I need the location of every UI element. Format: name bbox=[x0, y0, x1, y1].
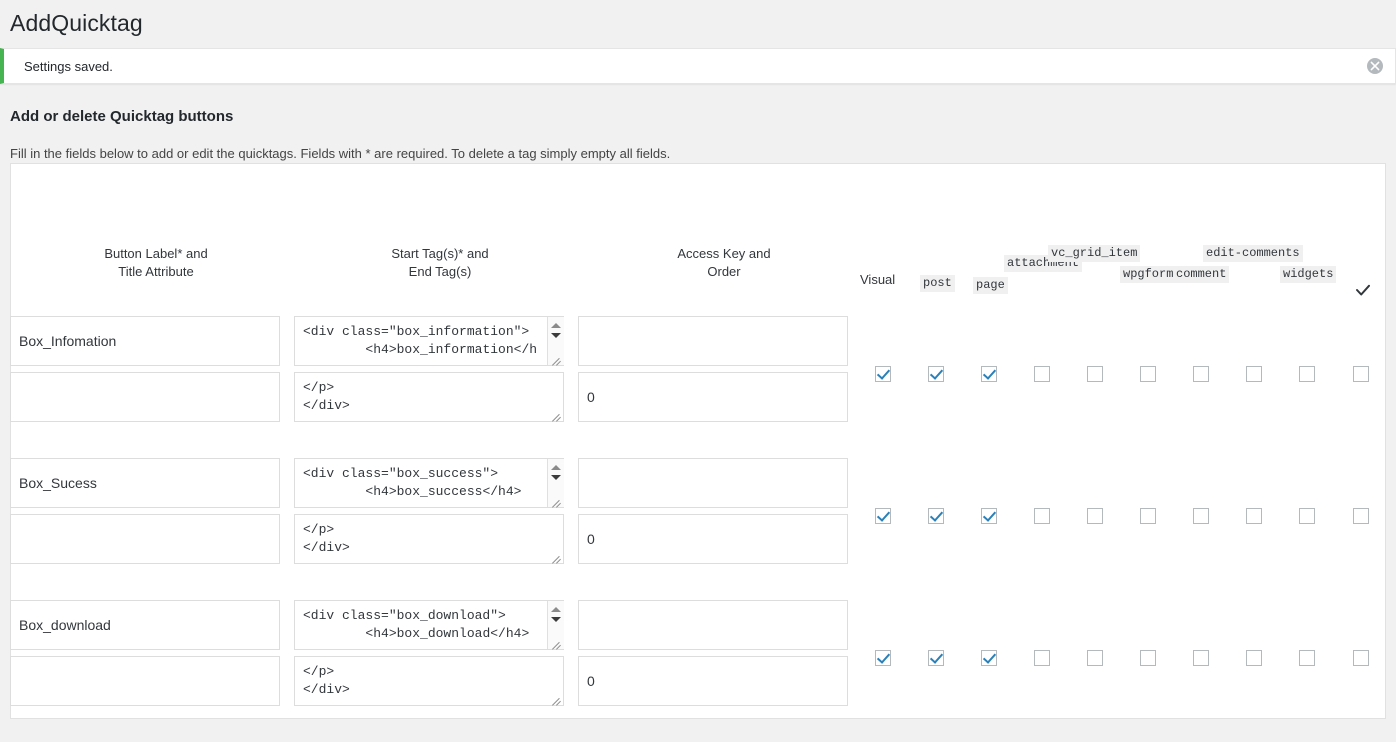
post-type-checkbox[interactable] bbox=[1246, 366, 1262, 382]
column-header-line-1: Start Tag(s)* and bbox=[391, 246, 489, 261]
end-tag-textarea[interactable] bbox=[294, 372, 564, 422]
post-type-chip-post: post bbox=[920, 275, 955, 292]
order-input[interactable] bbox=[578, 514, 848, 564]
post-type-chip-wpgform: wpgform bbox=[1120, 266, 1177, 283]
title-attribute-input[interactable] bbox=[10, 514, 280, 564]
table-header: Button Label* and Title Attribute Start … bbox=[11, 164, 1385, 309]
column-header-line-2: Order bbox=[707, 264, 741, 279]
table-row bbox=[0, 458, 1396, 600]
notice-message: Settings saved. bbox=[24, 58, 113, 74]
post-type-checkbox[interactable] bbox=[1140, 366, 1156, 382]
post-type-checkbox[interactable] bbox=[981, 508, 997, 524]
post-type-checkbox[interactable] bbox=[1087, 508, 1103, 524]
post-type-checkbox[interactable] bbox=[1353, 650, 1369, 666]
start-tag-textarea[interactable] bbox=[294, 316, 564, 366]
column-header-line-1: Access Key and bbox=[677, 246, 771, 261]
section-heading: Add or delete Quicktag buttons bbox=[10, 107, 234, 125]
post-type-checkbox[interactable] bbox=[1087, 650, 1103, 666]
post-type-checkbox[interactable] bbox=[875, 508, 891, 524]
column-header-start-tag: Start Tag(s)* and End Tag(s) bbox=[305, 245, 575, 281]
access-key-input[interactable] bbox=[578, 316, 848, 366]
column-header-line-1: Button Label* and bbox=[104, 246, 208, 261]
start-tag-textarea[interactable] bbox=[294, 600, 564, 650]
post-type-checkbox[interactable] bbox=[1193, 508, 1209, 524]
order-input[interactable] bbox=[578, 372, 848, 422]
column-header-line-2: End Tag(s) bbox=[408, 264, 472, 279]
post-type-checkbox[interactable] bbox=[1034, 650, 1050, 666]
post-type-checkbox[interactable] bbox=[928, 366, 944, 382]
post-type-checkbox[interactable] bbox=[1299, 650, 1315, 666]
column-header-visual: Visual bbox=[860, 272, 896, 287]
check-all-icon[interactable] bbox=[1353, 280, 1373, 300]
order-input[interactable] bbox=[578, 656, 848, 706]
post-type-checkbox[interactable] bbox=[875, 366, 891, 382]
close-icon[interactable] bbox=[1367, 57, 1383, 74]
title-attribute-input[interactable] bbox=[10, 372, 280, 422]
page-title: AddQuicktag bbox=[10, 10, 143, 36]
post-type-checkbox[interactable] bbox=[1246, 508, 1262, 524]
post-type-chip-page: page bbox=[973, 277, 1008, 294]
post-type-checkbox[interactable] bbox=[1353, 366, 1369, 382]
post-type-checkbox[interactable] bbox=[1193, 650, 1209, 666]
post-type-checkbox[interactable] bbox=[1246, 650, 1262, 666]
column-header-line-2: Title Attribute bbox=[118, 264, 194, 279]
post-type-checkbox[interactable] bbox=[1353, 508, 1369, 524]
title-attribute-input[interactable] bbox=[10, 656, 280, 706]
column-header-access-key: Access Key and Order bbox=[589, 245, 859, 281]
post-type-chip-comment: comment bbox=[1173, 266, 1230, 283]
post-type-checkbox[interactable] bbox=[981, 366, 997, 382]
post-type-checkbox[interactable] bbox=[1087, 366, 1103, 382]
post-type-checkbox[interactable] bbox=[981, 650, 997, 666]
post-type-checkbox[interactable] bbox=[1193, 366, 1209, 382]
start-tag-textarea[interactable] bbox=[294, 458, 564, 508]
button-label-input[interactable] bbox=[10, 316, 280, 366]
post-type-checkbox[interactable] bbox=[1034, 508, 1050, 524]
post-type-checkbox[interactable] bbox=[1140, 508, 1156, 524]
end-tag-textarea[interactable] bbox=[294, 656, 564, 706]
post-type-checkbox[interactable] bbox=[928, 650, 944, 666]
end-tag-textarea[interactable] bbox=[294, 514, 564, 564]
post-type-checkbox[interactable] bbox=[928, 508, 944, 524]
post-type-checkbox[interactable] bbox=[1299, 508, 1315, 524]
settings-saved-notice: Settings saved. bbox=[0, 47, 1396, 84]
button-label-input[interactable] bbox=[10, 600, 280, 650]
post-type-checkbox[interactable] bbox=[1299, 366, 1315, 382]
post-type-chip-edit-comments: edit-comments bbox=[1203, 245, 1303, 262]
table-row bbox=[0, 600, 1396, 742]
post-type-checkbox[interactable] bbox=[875, 650, 891, 666]
post-type-checkbox[interactable] bbox=[1140, 650, 1156, 666]
post-type-chip-vc_grid_item: vc_grid_item bbox=[1048, 245, 1141, 262]
section-description: Fill in the fields below to add or edit … bbox=[10, 145, 671, 161]
post-type-chip-widgets: widgets bbox=[1280, 266, 1337, 283]
post-type-checkbox[interactable] bbox=[1034, 366, 1050, 382]
button-label-input[interactable] bbox=[10, 458, 280, 508]
access-key-input[interactable] bbox=[578, 458, 848, 508]
table-row bbox=[0, 316, 1396, 458]
column-header-button-label: Button Label* and Title Attribute bbox=[21, 245, 291, 281]
access-key-input[interactable] bbox=[578, 600, 848, 650]
